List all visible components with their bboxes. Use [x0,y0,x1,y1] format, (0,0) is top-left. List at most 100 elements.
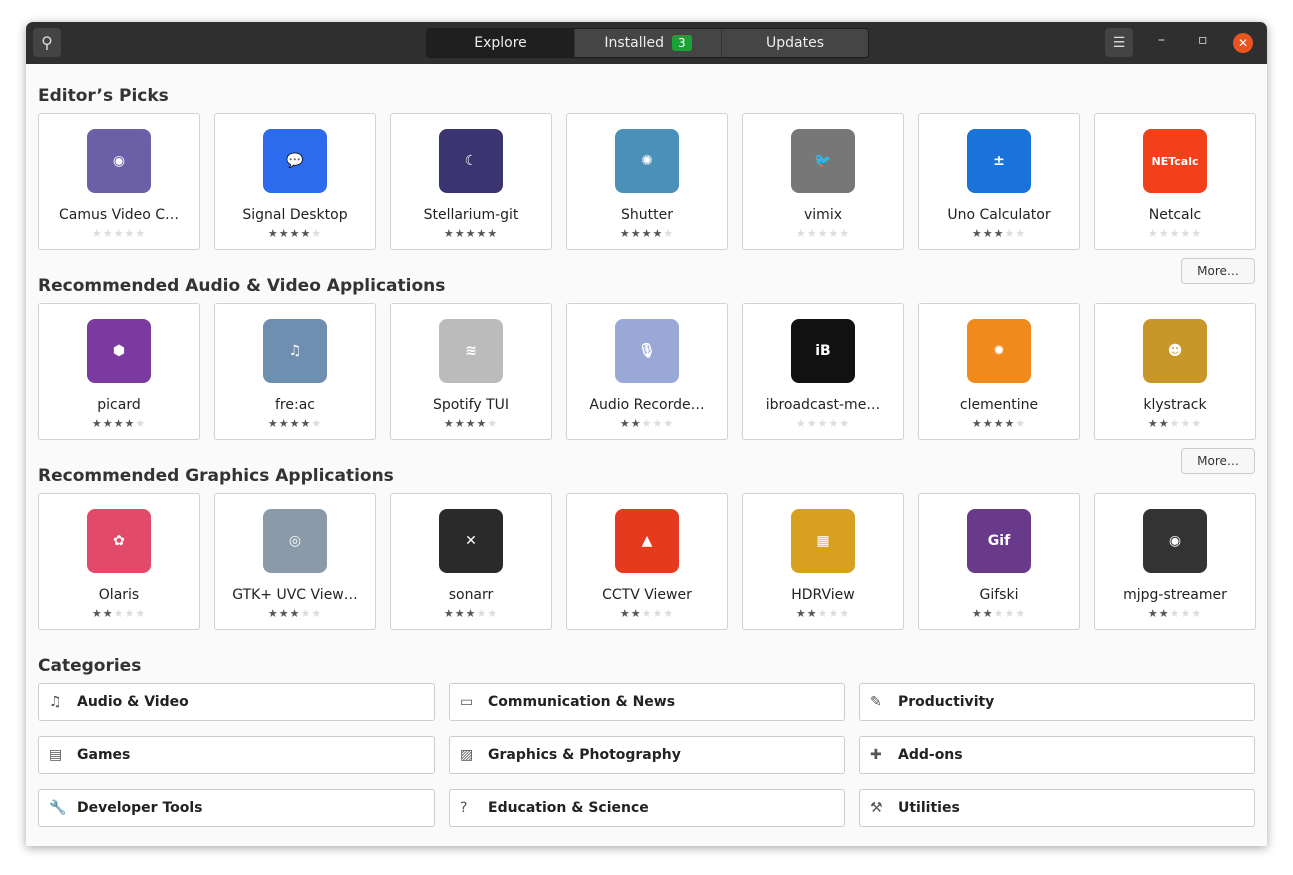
app-icon: ✿ [87,509,151,573]
app-tile[interactable]: ≋ Spotify TUI ★★★★★ [390,303,552,440]
star-icon: ★ [311,607,323,620]
app-icon: ▲ [615,509,679,573]
category-icon: ▤ [49,747,63,763]
app-tile[interactable]: ♫ fre:ac ★★★★★ [214,303,376,440]
star-icon: ★ [971,417,983,430]
star-icon: ★ [487,607,499,620]
star-icon: ★ [102,417,114,430]
star-icon: ★ [663,607,675,620]
tab-label: Explore [474,35,527,51]
app-icon: ☾ [439,129,503,193]
app-name: CCTV Viewer [602,587,692,603]
category-icon: ✚ [870,747,882,763]
star-rating: ★★★★★ [796,417,850,430]
section-title: Recommended Graphics Applications [38,466,394,486]
more-button[interactable]: More… [1181,448,1255,474]
app-name: Camus Video C… [58,207,180,223]
star-icon: ★ [993,227,1005,240]
app-name: Olaris [98,587,140,603]
tab-installed[interactable]: Installed 3 [574,29,721,57]
app-tile[interactable]: 💬 Signal Desktop ★★★★★ [214,113,376,250]
star-icon: ★ [1191,607,1203,620]
star-icon: ★ [619,417,631,430]
tab-explore[interactable]: Explore [427,29,574,57]
menu-button[interactable]: ☰ [1105,28,1133,57]
star-rating: ★★★★★ [92,227,146,240]
app-tile[interactable]: ◎ GTK+ UVC View… ★★★★★ [214,493,376,630]
app-tile[interactable]: ◉ mjpg-streamer ★★★★★ [1094,493,1256,630]
app-name: clementine [959,397,1039,413]
category-button[interactable]: ⚒ Utilities [859,789,1255,827]
star-icon: ★ [993,607,1005,620]
category-button[interactable]: 🔧 Developer Tools [38,789,435,827]
star-icon: ★ [817,227,829,240]
category-label: Audio & Video [77,694,189,710]
tab-updates[interactable]: Updates [721,29,868,57]
star-icon: ★ [465,607,477,620]
star-icon: ★ [982,607,994,620]
app-tile[interactable]: NETcalc Netcalc ★★★★★ [1094,113,1256,250]
app-tile[interactable]: ✕ sonarr ★★★★★ [390,493,552,630]
category-button[interactable]: ♫ Audio & Video [38,683,435,721]
star-rating: ★★★★★ [796,227,850,240]
category-button[interactable]: ✚ Add-ons [859,736,1255,774]
app-tile[interactable]: 🐦 vimix ★★★★★ [742,113,904,250]
category-button[interactable]: ? Education & Science [449,789,845,827]
app-tile[interactable]: ▦ HDRView ★★★★★ [742,493,904,630]
star-icon: ★ [476,417,488,430]
category-label: Games [77,747,131,763]
section-title: Editor’s Picks [38,86,169,106]
app-tile[interactable]: 🎙 Audio Recorde… ★★★★★ [566,303,728,440]
app-name: Gifski [979,587,1019,603]
star-icon: ★ [311,417,323,430]
app-icon: NETcalc [1143,129,1207,193]
app-tile[interactable]: ☾ Stellarium-git ★★★★★ [390,113,552,250]
minimize-button[interactable]: – [1158,32,1165,48]
star-icon: ★ [1004,607,1016,620]
app-tile[interactable]: ⬢ picard ★★★★★ [38,303,200,440]
star-icon: ★ [1158,227,1170,240]
app-tile[interactable]: Gif Gifski ★★★★★ [918,493,1080,630]
category-button[interactable]: ▨ Graphics & Photography [449,736,845,774]
app-tile[interactable]: ✺ Shutter ★★★★★ [566,113,728,250]
star-icon: ★ [1169,417,1181,430]
app-tile[interactable]: ✹ clementine ★★★★★ [918,303,1080,440]
categories-title: Categories [38,656,142,676]
app-tile[interactable]: iB ibroadcast-me… ★★★★★ [742,303,904,440]
star-icon: ★ [630,227,642,240]
app-tile[interactable]: ▲ CCTV Viewer ★★★★★ [566,493,728,630]
star-icon: ★ [1180,227,1192,240]
star-rating: ★★★★★ [268,607,322,620]
category-button[interactable]: ▤ Games [38,736,435,774]
close-button[interactable]: ✕ [1233,33,1253,53]
category-button[interactable]: ▭ Communication & News [449,683,845,721]
app-tile[interactable]: ± Uno Calculator ★★★★★ [918,113,1080,250]
star-icon: ★ [124,607,136,620]
app-name: Spotify TUI [432,397,510,413]
app-name: Shutter [621,207,673,223]
star-icon: ★ [982,227,994,240]
star-icon: ★ [1158,607,1170,620]
app-tile[interactable]: ☻ klystrack ★★★★★ [1094,303,1256,440]
star-rating: ★★★★★ [92,607,146,620]
star-icon: ★ [454,227,466,240]
star-icon: ★ [102,227,114,240]
more-button[interactable]: More… [1181,258,1255,284]
maximize-button[interactable]: ▫ [1198,32,1208,48]
star-icon: ★ [113,417,125,430]
app-icon: ♫ [263,319,327,383]
star-rating: ★★★★★ [972,417,1026,430]
category-button[interactable]: ✎ Productivity [859,683,1255,721]
star-rating: ★★★★★ [1148,417,1202,430]
app-row: ⬢ picard ★★★★★ ♫ fre:ac ★★★★★ ≋ Spotify TUI ★★★★… [38,303,1256,440]
search-button[interactable]: ⚲ [33,28,61,57]
view-switcher: Explore Installed 3 Updates [426,28,869,58]
app-tile[interactable]: ◉ Camus Video C… ★★★★★ [38,113,200,250]
category-label: Communication & News [488,694,676,710]
category-icon: ▨ [460,747,474,763]
star-icon: ★ [1015,227,1027,240]
app-icon: ☻ [1143,319,1207,383]
star-icon: ★ [311,227,323,240]
app-tile[interactable]: ✿ Olaris ★★★★★ [38,493,200,630]
star-icon: ★ [839,607,851,620]
